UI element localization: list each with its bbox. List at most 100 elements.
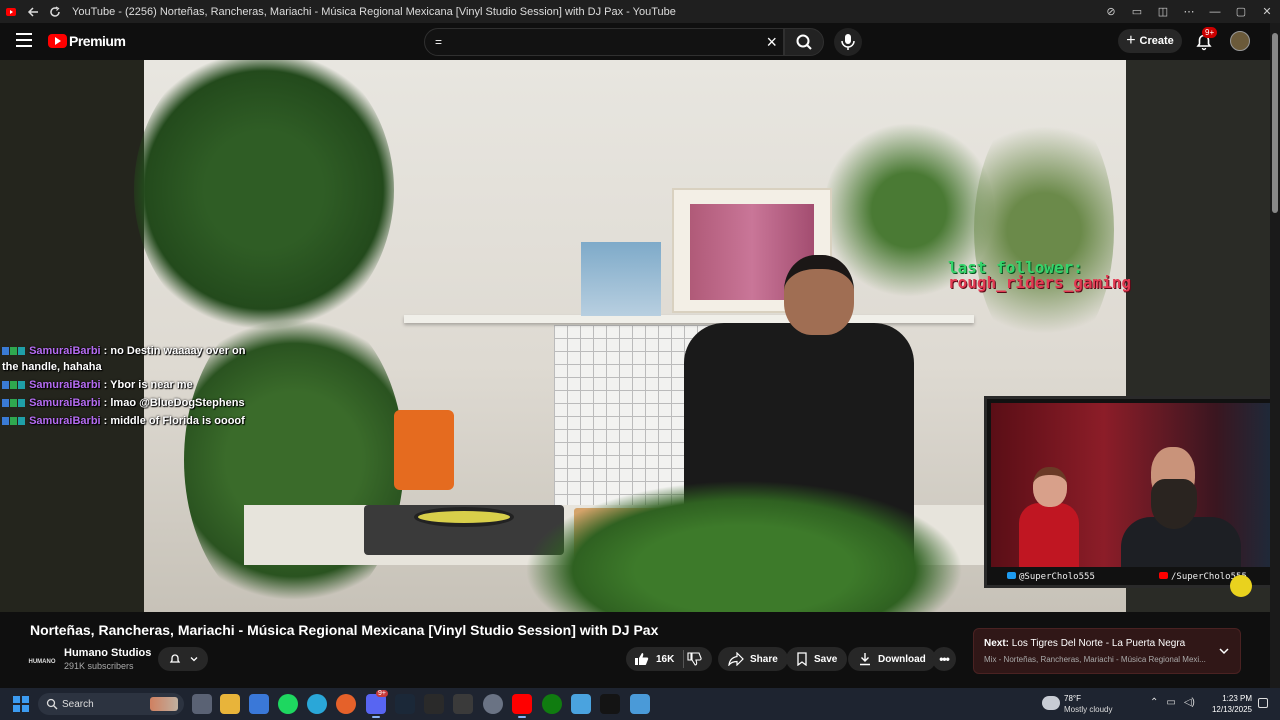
taskbar-search-label: Search [62, 698, 94, 710]
tracking-icon[interactable]: ⊘ [1098, 5, 1124, 18]
save-label: Save [814, 653, 838, 665]
more-menu-icon[interactable]: ⋯ [1176, 5, 1202, 18]
webcam-overlay: @SuperCholo555 /SuperCholo555 [984, 396, 1270, 588]
espresso-machine [394, 410, 454, 490]
video-player[interactable]: SamuraiBarbi : no Destin waaaay over on … [0, 60, 1270, 612]
next-video-subtitle: Mix - Norteñas, Rancheras, Mariachi - Mú… [984, 655, 1206, 664]
badge-icon [18, 417, 25, 425]
share-button[interactable]: Share [718, 647, 788, 671]
badge-icon [18, 347, 25, 355]
download-button[interactable]: Download [848, 647, 936, 671]
chat-username: SamuraiBarbi [29, 379, 101, 391]
chevron-up-icon[interactable]: ⌃ [1150, 697, 1158, 708]
webcam-feed [991, 403, 1270, 567]
windows-start-icon[interactable] [13, 696, 29, 712]
save-button[interactable]: Save [786, 647, 848, 671]
chevron-down-icon [190, 657, 197, 662]
window-controls: ⊘ ▭ ◫ ⋯ — ▢ ✕ [1098, 0, 1280, 23]
badge-icon [2, 347, 9, 355]
app-icon[interactable] [453, 694, 473, 714]
store-icon[interactable] [249, 694, 269, 714]
cloud-icon [1042, 696, 1060, 710]
chat-text: : lmao @BlueDogStephens [103, 397, 245, 409]
scrollbar-thumb[interactable] [1272, 33, 1278, 213]
minimize-button[interactable]: — [1202, 6, 1228, 18]
subscription-bell-button[interactable] [158, 647, 208, 671]
chat-text: : Ybor is near me [103, 379, 193, 391]
taskbar-search[interactable]: Search [38, 693, 184, 715]
twitter-handle: @SuperCholo555 [1007, 572, 1095, 582]
badge-icon [2, 417, 9, 425]
like-button[interactable]: 16K [626, 650, 684, 668]
photos-icon[interactable] [630, 694, 650, 714]
badge-icon [2, 399, 9, 407]
next-video-title: Next: Los Tigres Del Norte - La Puerta N… [984, 638, 1186, 649]
chevron-down-icon[interactable] [1218, 645, 1230, 657]
xbox-icon[interactable] [542, 694, 562, 714]
last-follower-overlay: last follower: rough_riders_gaming [948, 260, 1132, 292]
search-input[interactable] [435, 35, 755, 49]
firefox-icon[interactable] [336, 694, 356, 714]
edge-icon[interactable] [307, 694, 327, 714]
taskbar-clock[interactable]: 1:23 PM 12/13/2025 [1208, 693, 1252, 715]
dislike-button[interactable] [684, 652, 712, 666]
download-icon [860, 653, 870, 666]
record-sleeve [581, 242, 661, 316]
spotify-icon[interactable] [278, 694, 298, 714]
netflix-icon[interactable] [600, 694, 620, 714]
bookmark-icon [797, 652, 807, 666]
settings-gear-icon[interactable] [483, 694, 503, 714]
social-handles: @SuperCholo555 /SuperCholo555 [987, 571, 1270, 585]
twitter-icon [1007, 572, 1016, 579]
plant-decoration [974, 100, 1114, 360]
back-arrow-icon[interactable] [26, 5, 40, 19]
subscriber-count: 291K subscribers [64, 661, 134, 671]
next-video-card[interactable]: Next: Los Tigres Del Norte - La Puerta N… [973, 628, 1241, 674]
chat-text: : middle of Florida is oooof [103, 415, 245, 427]
cast-icon[interactable]: ▭ [1124, 5, 1150, 18]
weather-temp: 78°F [1064, 694, 1081, 703]
channel-name[interactable]: Humano Studios [64, 647, 151, 659]
window-title: YouTube - (2256) Norteñas, Rancheras, Ma… [72, 5, 676, 18]
close-button[interactable]: ✕ [1254, 5, 1280, 18]
discord-icon[interactable] [366, 694, 386, 718]
follower-name: rough_riders_gaming [948, 273, 1132, 292]
youtube-logo[interactable]: Premium [48, 33, 126, 49]
discord-badge: 9+ [376, 690, 388, 697]
steam-icon[interactable] [395, 694, 415, 714]
share-icon [728, 652, 744, 666]
badge-icon [18, 381, 25, 389]
search-button[interactable] [784, 28, 824, 56]
reload-icon[interactable] [48, 5, 62, 19]
video-title: Norteñas, Rancheras, Mariachi - Música R… [30, 622, 659, 638]
youtube-app-icon[interactable] [512, 694, 532, 718]
create-label: Create [1139, 35, 1174, 47]
task-view-icon[interactable] [192, 694, 212, 714]
create-button[interactable]: + Create [1118, 29, 1182, 53]
badge-icon [2, 381, 9, 389]
epic-games-icon[interactable] [424, 694, 444, 714]
avatar[interactable] [1230, 31, 1250, 51]
voice-search-button[interactable] [834, 28, 862, 56]
badge-icon [10, 417, 17, 425]
file-explorer-icon[interactable] [220, 694, 240, 714]
extensions-icon[interactable]: ◫ [1150, 5, 1176, 18]
like-dislike-group: 16K [626, 647, 712, 671]
more-icon: ••• [939, 652, 950, 666]
network-icon[interactable]: ▭ [1166, 697, 1175, 708]
menu-icon[interactable] [16, 33, 32, 47]
channel-logo[interactable]: HUMANO [29, 650, 56, 674]
windows-taskbar: Search 9+ 78°F Mostly cloudy ⌃ ▭ ◁) 1:23… [0, 688, 1280, 720]
download-label: Download [878, 653, 926, 665]
badge-icon [18, 399, 25, 407]
notepad-icon[interactable] [571, 694, 591, 714]
notification-center-icon[interactable] [1258, 698, 1268, 708]
volume-icon[interactable]: ◁) [1184, 697, 1195, 708]
clock-date: 12/13/2025 [1211, 705, 1252, 714]
system-tray: ⌃ ▭ ◁) [1150, 697, 1195, 708]
more-actions-button[interactable]: ••• [932, 647, 956, 671]
maximize-button[interactable]: ▢ [1228, 5, 1254, 18]
clear-search-icon[interactable]: × [766, 32, 777, 53]
bell-icon [169, 654, 180, 663]
page-scrollbar[interactable] [1270, 23, 1280, 688]
